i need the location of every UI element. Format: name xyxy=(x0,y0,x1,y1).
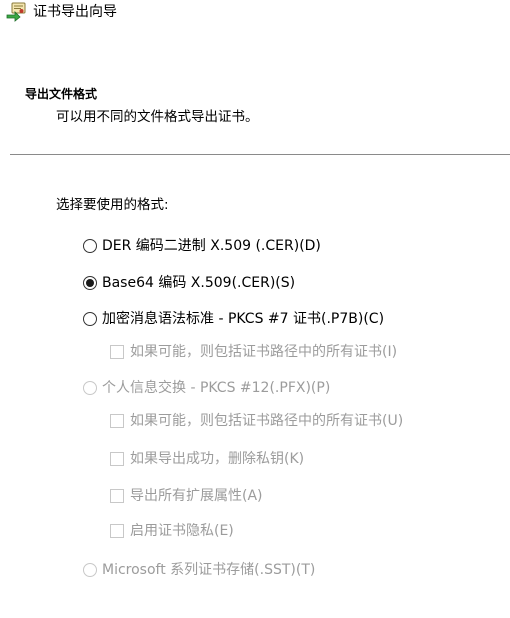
checkbox[interactable] xyxy=(110,452,124,466)
certificate-export-wizard-icon xyxy=(6,2,28,22)
checkbox-pfx-enable-privacy[interactable]: 启用证书隐私(E) xyxy=(110,522,234,540)
checkbox-label: 如果可能，则包括证书路径中的所有证书(U) xyxy=(130,413,404,429)
checkbox-label: 如果可能，则包括证书路径中的所有证书(I) xyxy=(130,344,398,360)
checkbox-pfx-include-chain[interactable]: 如果可能，则包括证书路径中的所有证书(U) xyxy=(110,412,403,430)
checkbox-pfx-export-properties[interactable]: 导出所有扩展属性(A) xyxy=(110,487,263,505)
format-prompt: 选择要使用的格式: xyxy=(56,197,169,213)
radio-button-checked[interactable] xyxy=(83,276,97,290)
radio-label: DER 编码二进制 X.509 (.CER)(D) xyxy=(102,238,321,254)
title-bar: 证书导出向导 xyxy=(0,0,510,26)
section-heading: 导出文件格式 xyxy=(25,87,98,101)
radio-option-pkcs7[interactable]: 加密消息语法标准 - PKCS #7 证书(.P7B)(C) xyxy=(83,310,384,328)
radio-button[interactable] xyxy=(83,563,97,577)
header-separator xyxy=(10,154,510,155)
radio-button[interactable] xyxy=(83,312,97,326)
radio-button[interactable] xyxy=(83,239,97,253)
radio-option-sst[interactable]: Microsoft 系列证书存储(.SST)(T) xyxy=(83,561,315,579)
radio-button[interactable] xyxy=(83,381,97,395)
radio-label: 加密消息语法标准 - PKCS #7 证书(.P7B)(C) xyxy=(102,311,385,327)
radio-option-base64[interactable]: Base64 编码 X.509(.CER)(S) xyxy=(83,274,295,292)
checkbox-label: 启用证书隐私(E) xyxy=(130,523,234,539)
radio-label: Base64 编码 X.509(.CER)(S) xyxy=(102,275,296,291)
radio-option-pfx[interactable]: 个人信息交换 - PKCS #12(.PFX)(P) xyxy=(83,379,330,397)
radio-label: Microsoft 系列证书存储(.SST)(T) xyxy=(102,562,316,578)
checkbox-label: 如果导出成功，删除私钥(K) xyxy=(130,451,305,467)
radio-option-der[interactable]: DER 编码二进制 X.509 (.CER)(D) xyxy=(83,237,321,255)
checkbox-pkcs7-include-chain[interactable]: 如果可能，则包括证书路径中的所有证书(I) xyxy=(110,343,397,361)
radio-label: 个人信息交换 - PKCS #12(.PFX)(P) xyxy=(102,380,331,396)
checkbox[interactable] xyxy=(110,489,124,503)
section-description: 可以用不同的文件格式导出证书。 xyxy=(56,109,259,125)
checkbox[interactable] xyxy=(110,524,124,538)
checkbox[interactable] xyxy=(110,414,124,428)
checkbox[interactable] xyxy=(110,345,124,359)
checkbox-label: 导出所有扩展属性(A) xyxy=(130,488,263,504)
window-title: 证书导出向导 xyxy=(33,4,117,20)
checkbox-pfx-delete-key[interactable]: 如果导出成功，删除私钥(K) xyxy=(110,450,304,468)
